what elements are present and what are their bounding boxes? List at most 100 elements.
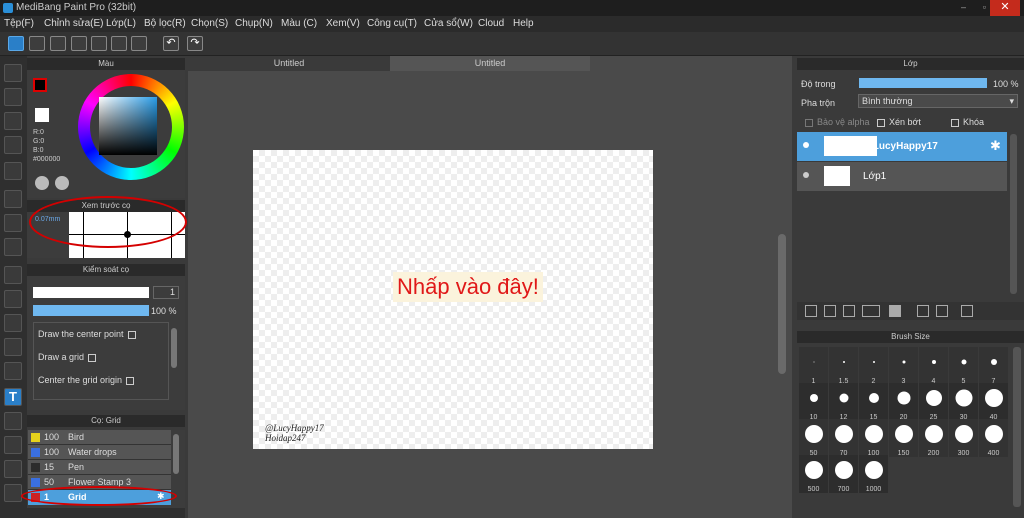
folder-icon[interactable] — [889, 305, 901, 317]
brush-size-cell[interactable]: 150 — [889, 419, 918, 457]
lock-checkbox[interactable] — [951, 118, 959, 127]
blend-mode-select[interactable]: Bình thường ▾ — [858, 94, 1018, 108]
menu-select[interactable]: Chọn(S) — [191, 18, 228, 29]
brush-size-cell[interactable]: 15 — [859, 383, 888, 421]
brush-size-cell[interactable]: 100 — [859, 419, 888, 457]
minimize-icon[interactable]: – — [961, 2, 966, 12]
maximize-icon[interactable]: ▫ — [983, 2, 986, 12]
menu-filter[interactable]: Bộ lọc(R) — [144, 18, 186, 29]
menu-edit[interactable]: Chỉnh sửa(E) — [44, 18, 104, 29]
menu-cloud[interactable]: Cloud — [478, 18, 504, 29]
cloud-icon[interactable] — [8, 36, 24, 51]
layer-row[interactable]: Lớp1 — [797, 162, 1007, 191]
trash-icon[interactable] — [961, 305, 973, 317]
brush-size-cell[interactable]: 12 — [829, 383, 858, 421]
menu-tools[interactable]: Công cụ(T) — [367, 18, 417, 29]
option-draw-grid-checkbox[interactable] — [88, 353, 97, 362]
merge-layer-icon[interactable] — [936, 305, 948, 317]
rect-tool-icon[interactable] — [4, 112, 22, 130]
brush-size-cell[interactable]: 30 — [949, 383, 978, 421]
lasso-icon[interactable] — [4, 290, 22, 308]
secondary-color-swatch[interactable] — [35, 108, 49, 122]
primary-color-swatch[interactable] — [33, 78, 47, 92]
brush-options-scrollbar[interactable] — [171, 328, 177, 368]
brush-size-cell[interactable]: 1.5 — [829, 347, 858, 385]
eraser-tool-icon[interactable] — [4, 88, 22, 106]
option-grid-origin-checkbox[interactable] — [126, 376, 135, 385]
hand-tool-icon[interactable] — [4, 484, 22, 502]
brush-size-cell[interactable]: 300 — [949, 419, 978, 457]
redo-icon[interactable]: ↷ — [187, 36, 203, 51]
brush-size-cell[interactable]: 25 — [919, 383, 948, 421]
brush-size-cell[interactable]: 5 — [949, 347, 978, 385]
visibility-icon[interactable] — [803, 142, 809, 148]
pen-tool-icon[interactable] — [4, 460, 22, 478]
brush-size-cell[interactable]: 400 — [979, 419, 1008, 457]
brush-size-cell[interactable]: 1000 — [859, 455, 888, 493]
new-8bit-layer-icon[interactable] — [843, 305, 855, 317]
duplicate-layer-icon[interactable] — [917, 305, 929, 317]
operation-tool-icon[interactable] — [4, 412, 22, 430]
brush-size-cell[interactable]: 1 — [799, 347, 828, 385]
brush-opacity-slider[interactable] — [33, 305, 149, 316]
select-pen-icon[interactable] — [4, 338, 22, 356]
select-rect-icon[interactable] — [4, 266, 22, 284]
tab-untitled-2[interactable]: Untitled — [390, 56, 590, 71]
add-layer-menu-icon[interactable] — [862, 305, 880, 317]
settings-gear-icon[interactable]: ✱ — [990, 138, 1001, 154]
brush-size-cell[interactable]: 10 — [799, 383, 828, 421]
bucket-tool-icon[interactable] — [4, 214, 22, 232]
tab-untitled-1[interactable]: Untitled — [188, 56, 390, 71]
clipping-checkbox[interactable] — [877, 118, 885, 127]
layer-opacity-slider[interactable] — [859, 78, 987, 88]
brush-size-cell[interactable]: 4 — [919, 347, 948, 385]
menu-window[interactable]: Cửa sổ(W) — [424, 18, 473, 29]
brush-list-scrollbar[interactable] — [173, 434, 179, 474]
brush-size-cell[interactable]: 50 — [799, 419, 828, 457]
brush-size-cell[interactable]: 3 — [889, 347, 918, 385]
palette-icon[interactable] — [35, 176, 49, 190]
saturation-square[interactable] — [99, 97, 157, 155]
list-icon[interactable] — [111, 36, 127, 51]
text-tool-icon[interactable]: T — [4, 388, 22, 406]
brush-size-value[interactable]: 1 — [153, 286, 179, 299]
visibility-icon[interactable] — [803, 172, 809, 178]
document-icon[interactable] — [91, 36, 107, 51]
magic-wand-icon[interactable] — [4, 314, 22, 332]
brush-size-slider[interactable] — [33, 287, 149, 298]
menu-color[interactable]: Màu (C) — [281, 18, 317, 29]
palette-history-icon[interactable] — [55, 176, 69, 190]
alpha-protect-checkbox[interactable] — [805, 118, 813, 127]
brush-size-cell[interactable]: 40 — [979, 383, 1008, 421]
new-halftone-layer-icon[interactable] — [824, 305, 836, 317]
line-tool-icon[interactable] — [4, 136, 22, 154]
list-item[interactable]: 100 Bird — [28, 430, 171, 445]
list-item[interactable]: 100 Water drops — [28, 445, 171, 460]
layer-scrollbar[interactable] — [1010, 134, 1017, 294]
gradient-tool-icon[interactable] — [4, 238, 22, 256]
select-eraser-icon[interactable] — [4, 362, 22, 380]
share-icon[interactable] — [29, 36, 45, 51]
fill-rect-tool-icon[interactable] — [4, 190, 22, 208]
brush-tool-icon[interactable] — [4, 64, 22, 82]
close-icon[interactable]: ✕ — [990, 0, 1020, 16]
brush-size-cell[interactable]: 700 — [829, 455, 858, 493]
new-layer-icon[interactable] — [805, 305, 817, 317]
brush-size-cell[interactable]: 70 — [829, 419, 858, 457]
brush-size-scrollbar[interactable] — [1013, 347, 1021, 507]
menu-view[interactable]: Xem(V) — [326, 18, 360, 29]
option-draw-center-checkbox[interactable] — [127, 330, 136, 339]
menu-capture[interactable]: Chụp(N) — [235, 18, 273, 29]
undo-icon[interactable]: ↶ — [163, 36, 179, 51]
move-tool-icon[interactable] — [4, 162, 22, 180]
brush-size-cell[interactable]: 7 — [979, 347, 1008, 385]
drawing-canvas[interactable]: Nhấp vào đây! @LucyHappy17 Hoidap247 — [253, 150, 653, 449]
brush-size-cell[interactable]: 20 — [889, 383, 918, 421]
menu-help[interactable]: Help — [513, 18, 534, 29]
page-icon[interactable] — [71, 36, 87, 51]
grid-icon[interactable] — [131, 36, 147, 51]
brush-size-cell[interactable]: 2 — [859, 347, 888, 385]
comment-icon[interactable] — [50, 36, 66, 51]
menu-layer[interactable]: Lớp(L) — [106, 18, 136, 29]
layer-row-selected[interactable]: @LucyHappy17 ✱ — [797, 132, 1007, 161]
